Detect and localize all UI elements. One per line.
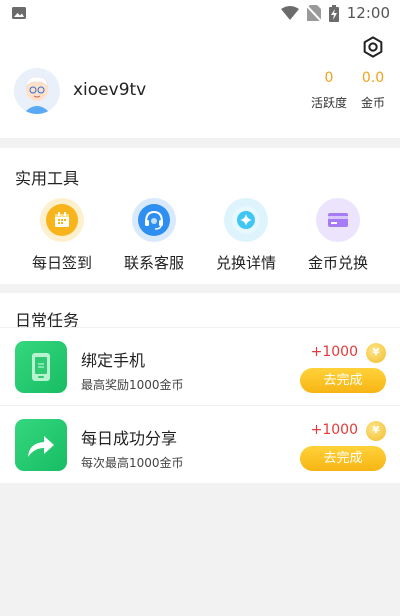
coins-value: 0.0	[361, 70, 385, 86]
tool-daily-checkin[interactable]: 每日签到	[20, 198, 104, 273]
task-title: 每日成功分享	[81, 429, 178, 448]
avatar[interactable]	[14, 68, 60, 114]
profile-card: xioev9tv 0 活跃度 0.0 金币	[0, 26, 400, 138]
coins-label: 金币	[360, 96, 385, 110]
daily-tasks-section: 日常任务 绑定手机 最高奖励1000金币 +1000 ¥ 去完成 每日成功分享 …	[0, 293, 400, 483]
card-icon	[316, 198, 360, 242]
settings-gear-icon[interactable]	[362, 36, 384, 58]
wifi-icon	[280, 6, 299, 20]
complete-task-button[interactable]: 去完成	[300, 446, 386, 471]
battery-charging-icon	[328, 4, 339, 22]
status-time: 12:00	[346, 4, 390, 22]
task-reward: +1000	[310, 422, 358, 438]
tool-coin-exchange[interactable]: 金币兑换	[296, 198, 380, 273]
calendar-icon	[40, 198, 84, 242]
tool-exchange-details[interactable]: 兑换详情	[204, 198, 288, 273]
task-title: 绑定手机	[81, 351, 146, 370]
coins-stat[interactable]: 0.0 金币	[350, 70, 396, 111]
task-row-bind-phone: 绑定手机 最高奖励1000金币 +1000 ¥ 去完成	[0, 327, 400, 403]
activity-value: 0	[324, 70, 334, 86]
tool-label: 联系客服	[123, 254, 184, 272]
tool-label: 金币兑换	[307, 254, 368, 272]
tool-label: 兑换详情	[215, 254, 276, 272]
share-arrow-icon	[15, 419, 67, 471]
tool-label: 每日签到	[31, 254, 92, 272]
task-reward: +1000	[310, 344, 358, 360]
activity-label: 活跃度	[310, 96, 347, 110]
no-sim-icon	[306, 5, 321, 21]
sparkle-icon	[224, 198, 268, 242]
tool-customer-service[interactable]: 联系客服	[112, 198, 196, 273]
image-notification-icon	[12, 7, 26, 19]
complete-task-button[interactable]: 去完成	[300, 368, 386, 393]
headset-icon	[132, 198, 176, 242]
username: xioev9tv	[73, 80, 147, 100]
activity-stat[interactable]: 0 活跃度	[306, 70, 352, 111]
task-description: 最高奖励1000金币	[81, 378, 184, 392]
tools-title: 实用工具	[15, 169, 80, 188]
tools-section: 实用工具 每日签到 联系客服 兑换详情 金币兑换	[0, 148, 400, 284]
status-bar: 12:00	[0, 0, 400, 26]
task-description: 每次最高1000金币	[81, 456, 184, 470]
coin-icon: ¥	[366, 343, 386, 363]
phone-icon	[15, 341, 67, 393]
task-row-daily-share: 每日成功分享 每次最高1000金币 +1000 ¥ 去完成	[0, 405, 400, 481]
coin-icon: ¥	[366, 421, 386, 441]
